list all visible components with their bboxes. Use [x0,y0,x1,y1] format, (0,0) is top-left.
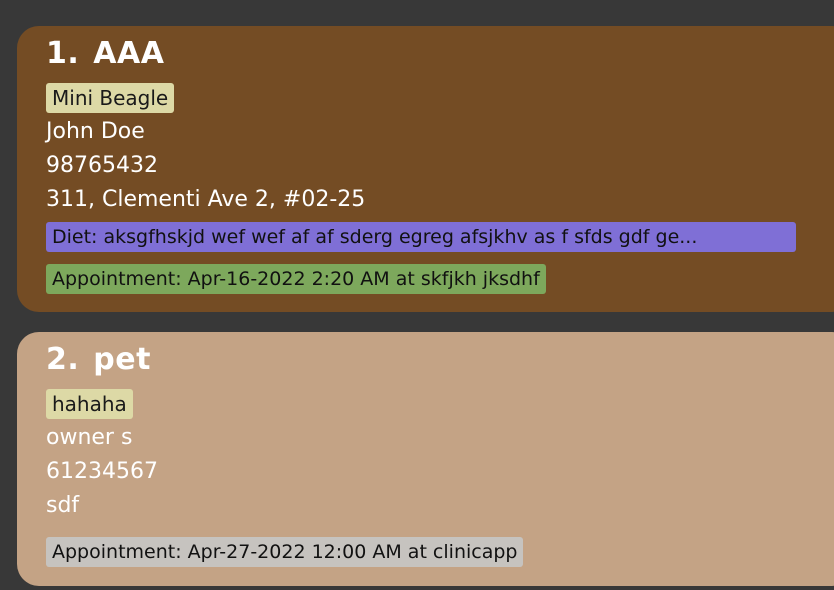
owner-name: John Doe [46,119,145,144]
appointment-label: Appointment: Apr-16-2022 2:20 AM at skfj… [46,264,546,294]
pet-title: 2. pet [46,342,151,377]
address: 311, Clementi Ave 2, #02-25 [46,187,366,212]
phone-number: 98765432 [46,153,158,178]
pet-title: 1. AAA [46,36,164,71]
pet-card[interactable]: 1. AAA Mini Beagle John Doe 98765432 311,… [17,26,834,312]
phone-number: 61234567 [46,459,158,484]
pet-name: AAA [93,36,165,71]
pet-card[interactable]: 2. pet hahaha owner s 61234567 sdf Appoin… [17,332,834,586]
pet-index: 2. [46,342,80,377]
breed-tag: hahaha [46,389,133,419]
pet-name: pet [93,342,151,377]
appointment-label: Appointment: Apr-27-2022 12:00 AM at cli… [46,537,524,567]
owner-name: owner s [46,425,133,450]
pet-index: 1. [46,36,80,71]
address: sdf [46,493,80,518]
breed-tag: Mini Beagle [46,83,175,113]
diet-label: Diet: aksgfhskjd wef wef af af sderg egr… [46,222,796,252]
